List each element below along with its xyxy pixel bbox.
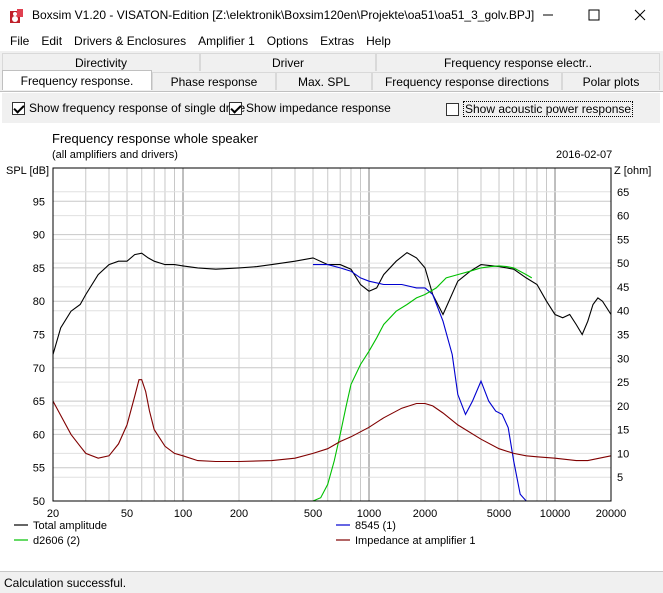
y-tick-label: 80	[33, 296, 45, 308]
x-ticks: 20 50 100 200 500 1000 2000 5000 10000 20000	[47, 508, 626, 520]
maximize-button[interactable]	[571, 0, 617, 30]
close-icon	[634, 9, 646, 21]
y-tick-label: 85	[33, 263, 45, 275]
tab-polar-plots[interactable]: Polar plots	[562, 72, 660, 90]
menu-extras[interactable]: Extras	[314, 34, 360, 48]
y2-tick-label: 15	[617, 425, 629, 437]
x-tick-label: 10000	[540, 508, 571, 520]
impedance-label: Show impedance response	[246, 101, 391, 115]
x-tick-label: 20000	[596, 508, 627, 520]
series-line-8545-1	[313, 264, 611, 502]
status-text: Calculation successful.	[4, 576, 127, 590]
y-tick-label: 50	[33, 496, 45, 508]
x-tick-label: 20	[47, 508, 59, 520]
chart-title: Frequency response whole speaker	[52, 131, 259, 146]
tab-frequency-response-electr[interactable]: Frequency response electr..	[376, 53, 660, 71]
tab-phase-response[interactable]: Phase response	[152, 72, 276, 90]
x-tick-label: 5000	[487, 508, 511, 520]
tab-driver[interactable]: Driver	[200, 53, 376, 71]
legend-label: Impedance at amplifier 1	[355, 535, 475, 547]
x-tick-label: 500	[304, 508, 322, 520]
impedance-checkbox[interactable]: Show impedance response	[229, 101, 391, 115]
chart-grid	[52, 167, 612, 502]
y2-tick-label: 25	[617, 377, 629, 389]
menu-edit[interactable]: Edit	[35, 34, 68, 48]
y-tick-label: 75	[33, 330, 45, 342]
y2-tick-label: 65	[617, 187, 629, 199]
chart-legend: Total amplitude d2606 (2) 8545 (1) Impedanc…	[14, 520, 475, 547]
options-bar: Show frequency response of single drive …	[2, 93, 660, 123]
y2-ticks: 5 10 15 20 25 30 35 40 45 50 55 60 65	[617, 187, 629, 484]
checkbox-box	[229, 101, 242, 115]
tab-max-spl[interactable]: Max. SPL	[276, 72, 372, 90]
tab-frequency-response-directions[interactable]: Frequency response directions	[372, 72, 562, 90]
y-axis-label: SPL [dB]	[6, 165, 49, 177]
tab-directivity[interactable]: Directivity	[2, 53, 200, 71]
checkbox-box	[12, 101, 25, 115]
single-drive-checkbox[interactable]: Show frequency response of single drive	[12, 101, 245, 115]
y2-tick-label: 45	[617, 282, 629, 294]
menu-help[interactable]: Help	[360, 34, 397, 48]
title-bar: Boxsim V1.20 - VISATON-Edition [Z:\elekt…	[0, 0, 663, 31]
menu-bar: File Edit Drivers & Enclosures Amplifier…	[0, 31, 663, 51]
x-tick-label: 50	[121, 508, 133, 520]
y-tick-label: 55	[33, 463, 45, 475]
legend-label: Total amplitude	[33, 520, 107, 532]
chart-subtitle: (all amplifiers and drivers)	[52, 149, 178, 161]
x-tick-label: 100	[174, 508, 192, 520]
y-tick-label: 95	[33, 196, 45, 208]
y2-tick-label: 20	[617, 401, 629, 413]
x-tick-label: 2000	[413, 508, 437, 520]
y2-tick-label: 60	[617, 211, 629, 223]
menu-drivers-enclosures[interactable]: Drivers & Enclosures	[68, 34, 192, 48]
acoustic-power-checkbox[interactable]: Show acoustic power response	[446, 101, 634, 117]
y-tick-label: 90	[33, 230, 45, 242]
y-tick-label: 70	[33, 363, 45, 375]
y2-tick-label: 5	[617, 472, 623, 484]
menu-amplifier[interactable]: Amplifier 1	[192, 34, 261, 48]
minimize-button[interactable]	[525, 0, 571, 30]
chart-series	[52, 251, 612, 502]
x-tick-label: 1000	[357, 508, 381, 520]
maximize-icon	[588, 9, 600, 21]
single-drive-label: Show frequency response of single drive	[29, 101, 246, 115]
legend-label: d2606 (2)	[33, 535, 80, 547]
series-line-impedance-at-amplifier-1	[52, 379, 612, 463]
status-bar: Calculation successful.	[0, 571, 663, 593]
y-ticks: 50 55 60 65 70 75 80 85 90 95	[33, 196, 45, 508]
menu-options[interactable]: Options	[261, 34, 314, 48]
chart-date: 2016-02-07	[556, 149, 612, 161]
y2-tick-label: 35	[617, 330, 629, 342]
checkbox-box	[446, 102, 459, 116]
x-tick-label: 200	[230, 508, 248, 520]
y2-tick-label: 55	[617, 234, 629, 246]
menu-file[interactable]: File	[4, 34, 35, 48]
minimize-icon	[543, 14, 553, 16]
acoustic-power-label: Show acoustic power response	[463, 101, 634, 117]
boxsim-app-icon	[10, 9, 23, 23]
y2-tick-label: 50	[617, 258, 629, 270]
y2-tick-label: 10	[617, 448, 629, 460]
close-button[interactable]	[617, 0, 663, 30]
y-tick-label: 60	[33, 429, 45, 441]
y2-tick-label: 30	[617, 353, 629, 365]
tab-frequency-response[interactable]: Frequency response.	[2, 70, 152, 90]
y-tick-label: 65	[33, 396, 45, 408]
y2-tick-label: 40	[617, 306, 629, 318]
tab-strip: Directivity Driver Frequency response el…	[0, 51, 663, 91]
y2-axis-label: Z [ohm]	[614, 165, 651, 177]
frequency-response-chart: Frequency response whole speaker (all am…	[6, 131, 651, 547]
window-title: Boxsim V1.20 - VISATON-Edition [Z:\elekt…	[32, 8, 535, 22]
legend-label: 8545 (1)	[355, 520, 396, 532]
